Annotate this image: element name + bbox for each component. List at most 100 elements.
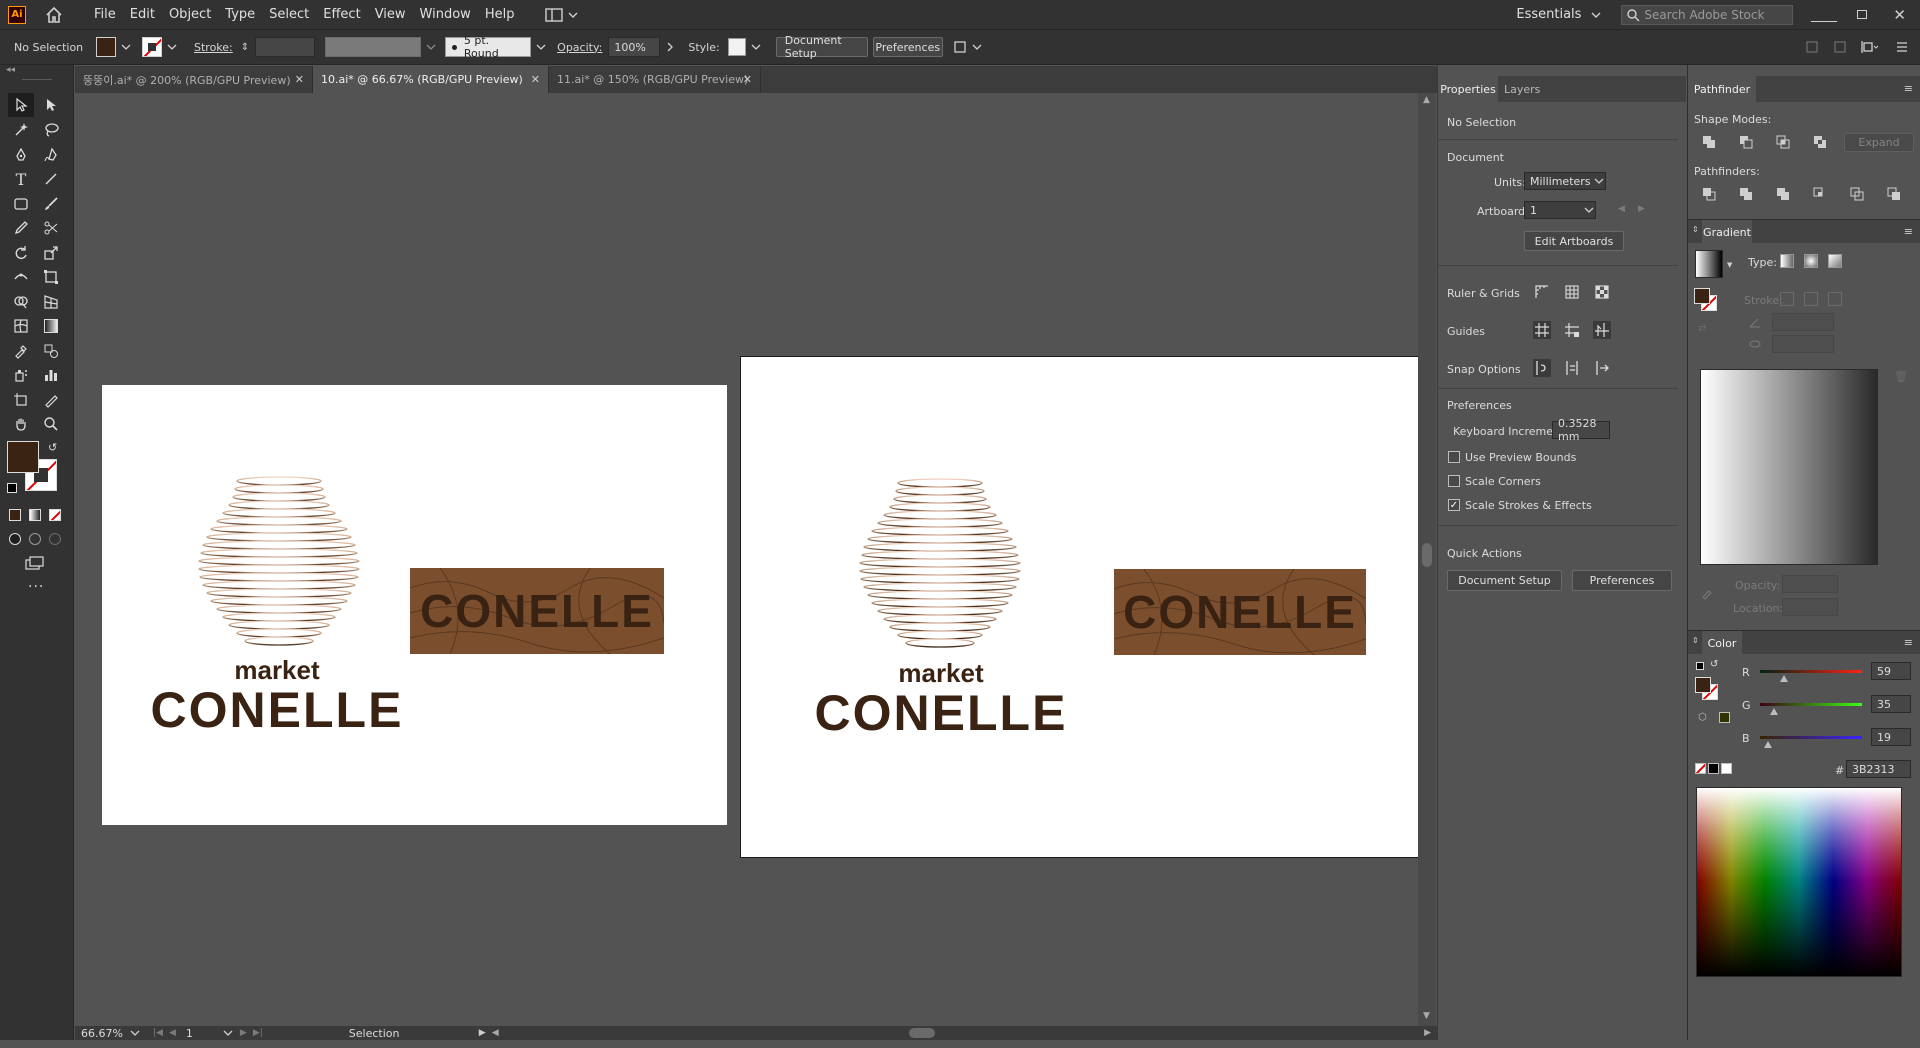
close-tab-icon[interactable]: ✕ <box>295 73 304 86</box>
transform-icon[interactable] <box>953 38 983 56</box>
chevron-down-icon[interactable] <box>166 41 178 53</box>
default-colors-icon[interactable] <box>1696 662 1704 670</box>
chevron-down-icon[interactable] <box>750 41 762 53</box>
panel-menu-icon[interactable]: ≡ <box>1904 225 1913 238</box>
scale-corners-checkbox[interactable] <box>1448 475 1460 487</box>
minus-back-icon[interactable] <box>1885 185 1903 203</box>
conelle-plate[interactable]: CONELLE <box>410 568 664 654</box>
tab-document-3[interactable]: 11.ai* @ 150% (RGB/GPU Preview) ✕ <box>549 66 761 93</box>
lock-guides-icon[interactable] <box>1563 321 1581 339</box>
r-slider-thumb[interactable] <box>1779 675 1788 682</box>
line-tool[interactable] <box>38 167 64 191</box>
none-mode-button[interactable] <box>49 509 61 521</box>
search-input[interactable]: Search Adobe Stock <box>1644 8 1764 22</box>
scroll-down-icon[interactable]: ▼ <box>1423 1011 1430 1021</box>
grid-icon[interactable] <box>1563 283 1581 301</box>
unite-icon[interactable] <box>1700 133 1718 151</box>
panel-toggle-icon[interactable] <box>1832 39 1848 55</box>
gradient-fill-swatch[interactable] <box>1694 288 1710 304</box>
menu-edit[interactable]: Edit <box>123 7 162 22</box>
tab-document-2[interactable]: 10.ai* @ 66.67% (RGB/GPU Preview) ✕ <box>313 66 549 93</box>
chevron-down-icon[interactable] <box>222 1027 234 1039</box>
next-artboard-icon[interactable]: ▶ <box>1638 204 1645 214</box>
draw-normal-button[interactable] <box>9 533 21 545</box>
show-guides-icon[interactable] <box>1533 321 1551 339</box>
free-transform-tool[interactable] <box>38 265 64 289</box>
pencil-tool[interactable] <box>8 216 34 240</box>
perspective-grid-tool[interactable] <box>38 290 64 314</box>
g-slider-track[interactable] <box>1760 703 1862 706</box>
artboard-dropdown[interactable]: 1 <box>1524 201 1596 219</box>
scroll-right-icon[interactable]: ▶ <box>1424 1028 1431 1038</box>
stroke-swatch[interactable] <box>142 37 162 57</box>
align-icon[interactable] <box>1858 39 1880 55</box>
artboard-1[interactable]: market CONELLE CONELLE <box>102 385 727 825</box>
restore-icon[interactable] <box>1857 10 1868 19</box>
smart-guides-icon[interactable] <box>1593 321 1611 339</box>
color-spectrum[interactable] <box>1696 787 1902 977</box>
close-tab-icon[interactable]: ✕ <box>743 73 752 86</box>
zoom-level[interactable]: 66.67% <box>81 1027 129 1040</box>
conelle-wordmark[interactable]: CONELLE <box>741 684 1141 742</box>
none-swatch[interactable] <box>1695 763 1706 774</box>
gradient-panel-title[interactable]: Gradient <box>1702 220 1752 244</box>
hand-tool[interactable] <box>8 412 34 436</box>
last-artboard-icon[interactable]: ▶| <box>253 1028 263 1038</box>
use-preview-bounds-checkbox[interactable] <box>1448 451 1460 463</box>
expand-button[interactable]: Expand <box>1844 133 1914 152</box>
workspace-switcher[interactable]: Essentials <box>1516 7 1581 22</box>
outline-icon[interactable] <box>1848 185 1866 203</box>
snap-to-pixel-icon[interactable] <box>1593 359 1611 377</box>
home-icon[interactable] <box>43 4 65 26</box>
chevron-updown-icon[interactable]: ⇕ <box>1692 636 1699 645</box>
scale-strokes-label[interactable]: Scale Strokes & Effects <box>1465 499 1592 512</box>
arrange-docs-icon[interactable] <box>1804 39 1820 55</box>
edit-artboards-button[interactable]: Edit Artboards <box>1524 231 1624 251</box>
web-safe-swatch[interactable] <box>1719 712 1730 723</box>
menu-type[interactable]: Type <box>218 7 262 22</box>
draw-behind-button[interactable] <box>29 533 41 545</box>
rotate-tool[interactable] <box>8 241 34 265</box>
direct-selection-tool[interactable] <box>38 93 64 117</box>
stroke-stepper[interactable]: ⇕ <box>241 42 249 53</box>
stock-search[interactable]: Search Adobe Stock <box>1621 4 1794 25</box>
prev-artboard-icon[interactable]: ◀ <box>1618 204 1625 214</box>
menu-view[interactable]: View <box>368 7 413 22</box>
panel-menu-icon[interactable]: ≡ <box>1904 82 1913 95</box>
gradient-preview-swatch[interactable] <box>1695 250 1723 278</box>
use-preview-bounds-label[interactable]: Use Preview Bounds <box>1465 451 1576 464</box>
close-icon[interactable]: ✕ <box>1893 6 1906 24</box>
lasso-tool[interactable] <box>38 118 64 142</box>
divide-icon[interactable] <box>1700 185 1718 203</box>
white-swatch[interactable] <box>1721 763 1732 774</box>
minimize-icon[interactable] <box>1811 8 1838 22</box>
preferences-button[interactable]: Preferences <box>1572 570 1672 591</box>
units-dropdown[interactable]: Millimeters <box>1524 172 1606 190</box>
curvature-tool[interactable] <box>38 143 64 167</box>
type-tool[interactable]: T <box>8 167 34 191</box>
slice-tool[interactable] <box>38 388 64 412</box>
menu-select[interactable]: Select <box>262 7 316 22</box>
horizontal-scrollbar-thumb[interactable] <box>908 1028 935 1038</box>
rings-logo-graphic[interactable] <box>855 475 1025 665</box>
artboard-tool[interactable] <box>8 388 34 412</box>
transparency-grid-icon[interactable] <box>1593 283 1611 301</box>
menu-effect[interactable]: Effect <box>316 7 367 22</box>
scroll-up-icon[interactable]: ▲ <box>1423 95 1430 105</box>
horizontal-scrollbar[interactable] <box>499 1027 1424 1039</box>
chevron-down-icon[interactable]: ▼ <box>1727 261 1732 269</box>
trim-icon[interactable] <box>1737 185 1755 203</box>
artboard-2[interactable]: market CONELLE CONELLE <box>740 356 1420 858</box>
g-value-field[interactable]: 35 <box>1871 695 1911 713</box>
gradient-ramp[interactable] <box>1700 369 1878 565</box>
screen-mode-icon[interactable] <box>24 555 46 573</box>
chevron-down-icon[interactable] <box>129 1027 141 1039</box>
radial-gradient-icon[interactable] <box>1804 254 1818 268</box>
collapse-icon[interactable]: ◂◂ <box>6 65 15 75</box>
hamburger-menu-icon[interactable] <box>1894 39 1910 55</box>
snap-to-grid-icon[interactable] <box>1563 359 1581 377</box>
close-tab-icon[interactable]: ✕ <box>531 73 540 86</box>
conelle-wordmark[interactable]: CONELLE <box>102 681 452 739</box>
scale-strokes-checkbox[interactable]: ✓ <box>1448 499 1460 511</box>
intersect-icon[interactable] <box>1774 133 1792 151</box>
